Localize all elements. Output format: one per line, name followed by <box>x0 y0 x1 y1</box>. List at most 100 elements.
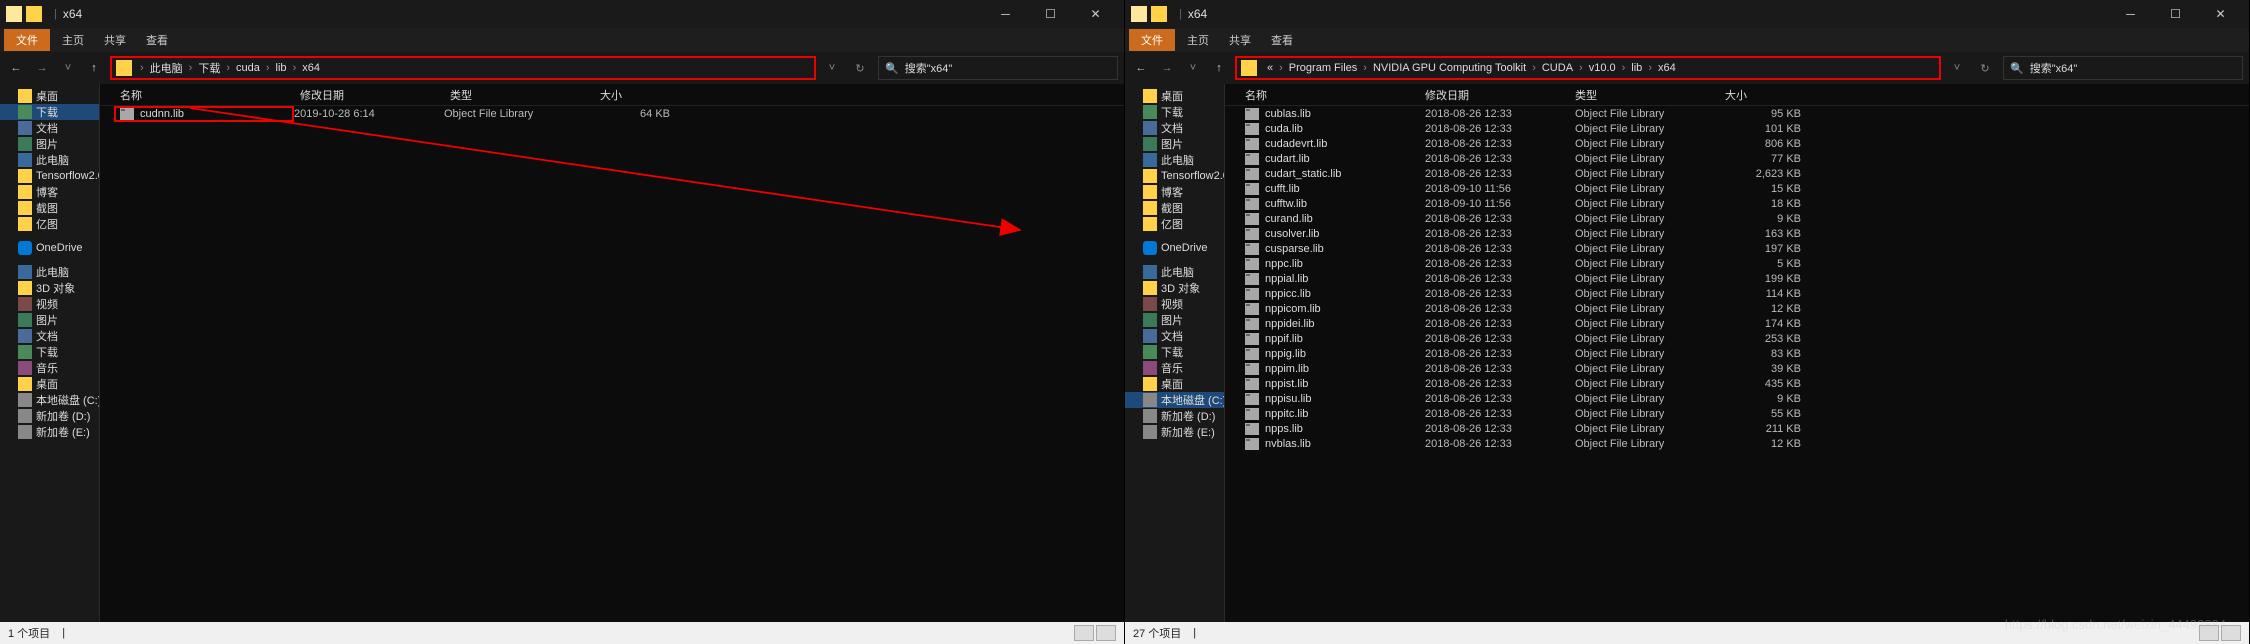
breadcrumb-item[interactable]: cuda <box>232 62 264 74</box>
file-tab[interactable]: 文件 <box>1129 29 1175 51</box>
close-button[interactable]: ✕ <box>1073 0 1118 28</box>
col-date[interactable]: 修改日期 <box>300 87 450 103</box>
file-row[interactable]: curand.lib 2018-08-26 12:33 Object File … <box>1225 211 2249 226</box>
file-row[interactable]: nppial.lib 2018-08-26 12:33 Object File … <box>1225 271 2249 286</box>
breadcrumb-overflow[interactable]: « <box>1263 62 1277 74</box>
tree-item[interactable]: 博客 <box>0 184 99 200</box>
tree-item[interactable]: 下载 <box>1125 104 1224 120</box>
address-bar[interactable]: ›此电脑›下载›cuda›lib›x64 <box>110 56 816 80</box>
view-icons-button[interactable] <box>1096 625 1116 641</box>
column-headers[interactable]: 名称 修改日期 类型 大小 <box>1225 84 2249 106</box>
recent-dropdown[interactable]: ˅ <box>58 58 78 78</box>
tree-item[interactable]: 视频 <box>0 296 99 312</box>
tree-item[interactable]: 下载 <box>0 104 99 120</box>
file-row[interactable]: nppicom.lib 2018-08-26 12:33 Object File… <box>1225 301 2249 316</box>
file-row[interactable]: cufftw.lib 2018-09-10 11:56 Object File … <box>1225 196 2249 211</box>
ribbon-tab[interactable]: 查看 <box>1261 29 1303 51</box>
forward-button[interactable]: → <box>1157 58 1177 78</box>
col-date[interactable]: 修改日期 <box>1425 87 1575 103</box>
tree-item[interactable]: 博客 <box>1125 184 1224 200</box>
breadcrumb-item[interactable]: 此电脑 <box>146 60 187 76</box>
nav-tree[interactable]: 桌面 下载 文档 图片 此电脑 Tensorflow2.0 博客 截图 亿图 O… <box>1125 84 1225 622</box>
addr-dropdown[interactable]: ˅ <box>1947 58 1967 78</box>
refresh-button[interactable]: ↻ <box>1973 56 1997 80</box>
file-row[interactable]: nppidei.lib 2018-08-26 12:33 Object File… <box>1225 316 2249 331</box>
tree-item[interactable]: 图片 <box>0 312 99 328</box>
file-row[interactable]: nppig.lib 2018-08-26 12:33 Object File L… <box>1225 346 2249 361</box>
col-name[interactable]: 名称 <box>1245 87 1425 103</box>
file-row[interactable]: nppim.lib 2018-08-26 12:33 Object File L… <box>1225 361 2249 376</box>
breadcrumb-item[interactable]: x64 <box>1654 62 1680 74</box>
nav-tree[interactable]: 桌面 下载 文档 图片 此电脑 Tensorflow2.0 博客 截图 亿图 O… <box>0 84 100 622</box>
tree-item[interactable]: OneDrive <box>1125 240 1224 256</box>
col-size[interactable]: 大小 <box>600 87 690 103</box>
tree-item[interactable]: Tensorflow2.0 <box>0 168 99 184</box>
breadcrumb-item[interactable]: v10.0 <box>1585 62 1620 74</box>
file-row[interactable]: nppitc.lib 2018-08-26 12:33 Object File … <box>1225 406 2249 421</box>
breadcrumb-item[interactable]: CUDA <box>1538 62 1577 74</box>
column-headers[interactable]: 名称 修改日期 类型 大小 <box>100 84 1124 106</box>
breadcrumb-item[interactable]: 下载 <box>194 60 224 76</box>
tree-item[interactable]: 亿图 <box>0 216 99 232</box>
ribbon-tab[interactable]: 查看 <box>136 29 178 51</box>
refresh-button[interactable]: ↻ <box>848 56 872 80</box>
file-row[interactable]: nvblas.lib 2018-08-26 12:33 Object File … <box>1225 436 2249 451</box>
ribbon-tab[interactable]: 主页 <box>1177 29 1219 51</box>
ribbon-tab[interactable]: 共享 <box>1219 29 1261 51</box>
tree-item[interactable]: 文档 <box>1125 328 1224 344</box>
tree-item[interactable]: 此电脑 <box>0 264 99 280</box>
tree-item[interactable]: 新加卷 (D:) <box>1125 408 1224 424</box>
tree-item[interactable]: 文档 <box>0 120 99 136</box>
tree-item[interactable]: 新加卷 (E:) <box>0 424 99 440</box>
tree-item[interactable]: 图片 <box>1125 136 1224 152</box>
tree-item[interactable]: 下载 <box>1125 344 1224 360</box>
file-row[interactable]: cudart.lib 2018-08-26 12:33 Object File … <box>1225 151 2249 166</box>
recent-dropdown[interactable]: ˅ <box>1183 58 1203 78</box>
col-size[interactable]: 大小 <box>1725 87 1815 103</box>
up-button[interactable]: ↑ <box>84 58 104 78</box>
search-input[interactable]: 🔍 搜索"x64" <box>878 56 1118 80</box>
tree-item[interactable]: 截图 <box>1125 200 1224 216</box>
tree-item[interactable]: 新加卷 (D:) <box>0 408 99 424</box>
tree-item[interactable]: 桌面 <box>0 376 99 392</box>
addr-dropdown[interactable]: ˅ <box>822 58 842 78</box>
tree-item[interactable]: 3D 对象 <box>1125 280 1224 296</box>
file-row[interactable]: cuda.lib 2018-08-26 12:33 Object File Li… <box>1225 121 2249 136</box>
file-row[interactable]: cublas.lib 2018-08-26 12:33 Object File … <box>1225 106 2249 121</box>
tree-item[interactable]: 此电脑 <box>1125 264 1224 280</box>
view-details-button[interactable] <box>1074 625 1094 641</box>
tree-item[interactable]: 音乐 <box>1125 360 1224 376</box>
up-button[interactable]: ↑ <box>1209 58 1229 78</box>
tree-item[interactable]: 截图 <box>0 200 99 216</box>
tree-item[interactable]: 图片 <box>1125 312 1224 328</box>
file-row[interactable]: nppicc.lib 2018-08-26 12:33 Object File … <box>1225 286 2249 301</box>
tree-item[interactable]: Tensorflow2.0 <box>1125 168 1224 184</box>
file-row[interactable]: cusparse.lib 2018-08-26 12:33 Object Fil… <box>1225 241 2249 256</box>
tree-item[interactable]: 此电脑 <box>0 152 99 168</box>
file-row[interactable]: cudart_static.lib 2018-08-26 12:33 Objec… <box>1225 166 2249 181</box>
file-row[interactable]: cusolver.lib 2018-08-26 12:33 Object Fil… <box>1225 226 2249 241</box>
col-type[interactable]: 类型 <box>1575 87 1725 103</box>
search-input[interactable]: 🔍 搜索"x64" <box>2003 56 2243 80</box>
tree-item[interactable]: 桌面 <box>1125 88 1224 104</box>
breadcrumb-item[interactable]: NVIDIA GPU Computing Toolkit <box>1369 62 1530 74</box>
tree-item[interactable]: 桌面 <box>1125 376 1224 392</box>
tree-item[interactable]: 音乐 <box>0 360 99 376</box>
col-name[interactable]: 名称 <box>120 87 300 103</box>
tree-item[interactable]: 新加卷 (E:) <box>1125 424 1224 440</box>
tree-item[interactable]: 桌面 <box>0 88 99 104</box>
tree-item[interactable]: 本地磁盘 (C:) <box>0 392 99 408</box>
tree-item[interactable]: 图片 <box>0 136 99 152</box>
file-row[interactable]: nppif.lib 2018-08-26 12:33 Object File L… <box>1225 331 2249 346</box>
ribbon-tab[interactable]: 共享 <box>94 29 136 51</box>
breadcrumb-item[interactable]: x64 <box>298 62 324 74</box>
tree-item[interactable]: 亿图 <box>1125 216 1224 232</box>
col-type[interactable]: 类型 <box>450 87 600 103</box>
tree-item[interactable]: 3D 对象 <box>0 280 99 296</box>
tree-item[interactable]: 下载 <box>0 344 99 360</box>
back-button[interactable]: ← <box>6 58 26 78</box>
file-row[interactable]: npps.lib 2018-08-26 12:33 Object File Li… <box>1225 421 2249 436</box>
minimize-button[interactable]: ─ <box>2108 0 2153 28</box>
tree-item[interactable]: 文档 <box>0 328 99 344</box>
file-row[interactable]: cudnn.lib 2019-10-28 6:14 Object File Li… <box>100 106 1124 121</box>
